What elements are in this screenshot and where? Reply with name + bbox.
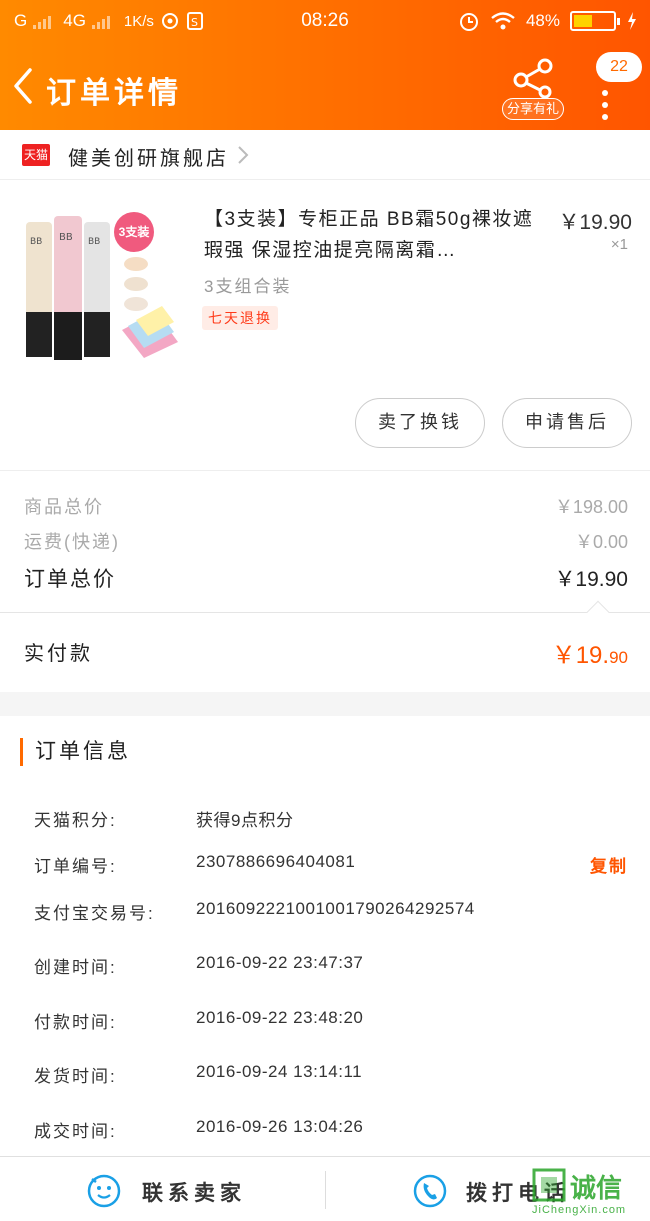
return-policy-tag: 七天退换 bbox=[202, 306, 278, 330]
paid-amount-main: ￥19. bbox=[551, 642, 610, 669]
product-card: BB BB BB 3支装 【3支装】专柜正品 BB霜50g裸妆遮瑕强 保湿控油提… bbox=[0, 180, 650, 470]
status-right: 48% bbox=[458, 10, 638, 32]
app-header: G 4G 1K/s S 08:26 48% 订单详情 分享有礼 22 bbox=[0, 0, 650, 130]
shop-row[interactable]: 天猫 健美创研旗舰店 bbox=[0, 130, 650, 180]
svg-text:BB: BB bbox=[30, 237, 42, 247]
charging-icon bbox=[628, 12, 636, 30]
contact-seller-label: 联系卖家 bbox=[142, 1182, 246, 1205]
info-value: 2016092221001001790264292574 bbox=[196, 899, 475, 918]
product-image[interactable]: BB BB BB 3支装 bbox=[18, 202, 188, 362]
chat-face-icon bbox=[87, 1174, 121, 1208]
chevron-left-icon bbox=[14, 68, 32, 104]
more-button[interactable]: 22 bbox=[596, 52, 646, 122]
status-bar: G 4G 1K/s S 08:26 48% bbox=[0, 0, 650, 44]
tmall-logo: 天猫 bbox=[22, 144, 50, 166]
info-label: 创建时间: bbox=[34, 958, 117, 977]
apply-aftersale-button[interactable]: 申请售后 bbox=[502, 398, 632, 448]
contact-seller-button[interactable]: 联系卖家 bbox=[0, 1157, 325, 1221]
alarm-icon bbox=[459, 13, 478, 31]
svg-text:BB: BB bbox=[59, 232, 73, 243]
svg-text:BB: BB bbox=[88, 237, 100, 247]
watermark-logo: 诚信 JiChengXin.com bbox=[532, 1168, 648, 1220]
back-button[interactable] bbox=[10, 64, 40, 108]
shipping-value: ￥0.00 bbox=[574, 532, 628, 552]
shop-name: 健美创研旗舰店 bbox=[68, 148, 229, 170]
order-total-value: ￥19.90 bbox=[554, 568, 628, 591]
share-button[interactable]: 分享有礼 bbox=[498, 58, 568, 120]
chevron-right-icon bbox=[236, 144, 250, 172]
info-label: 付款时间: bbox=[34, 1013, 117, 1032]
share-label: 分享有礼 bbox=[502, 98, 564, 120]
sell-for-cash-button[interactable]: 卖了换钱 bbox=[355, 398, 485, 448]
image-badge: 3支装 bbox=[114, 212, 154, 252]
nav-bar: 订单详情 分享有礼 22 bbox=[0, 44, 650, 130]
info-label: 订单编号: bbox=[34, 857, 117, 876]
order-total-label: 订单总价 bbox=[24, 568, 116, 591]
more-vertical-icon bbox=[602, 90, 608, 126]
info-label: 支付宝交易号: bbox=[34, 904, 155, 923]
page-title: 订单详情 bbox=[46, 76, 182, 111]
info-value: 2016-09-24 13:14:11 bbox=[196, 1062, 363, 1081]
order-info-heading: 订单信息 bbox=[20, 738, 131, 766]
info-value: 2016-09-22 23:48:20 bbox=[196, 1008, 364, 1027]
order-info-section: 订单信息 天猫积分: 获得9点积分 订单编号: 2307886696404081… bbox=[0, 716, 650, 1156]
product-quantity: ×1 bbox=[610, 236, 628, 253]
message-badge: 22 bbox=[596, 52, 642, 82]
info-label: 天猫积分: bbox=[34, 811, 117, 830]
watermark-url: JiChengXin.com bbox=[532, 1204, 627, 1216]
info-label: 成交时间: bbox=[34, 1122, 117, 1141]
price-summary: 商品总价 ￥198.00 运费(快递) ￥0.00 订单总价 ￥19.90 bbox=[0, 470, 650, 612]
paid-label: 实付款 bbox=[24, 643, 93, 665]
watermark-text: 诚信 bbox=[570, 1173, 623, 1203]
paid-amount: ￥19.90 bbox=[552, 635, 628, 670]
goods-total-value: ￥198.00 bbox=[554, 497, 628, 517]
share-icon bbox=[513, 58, 553, 98]
battery-icon bbox=[570, 11, 620, 31]
wifi-icon bbox=[491, 12, 515, 30]
info-value: 2016-09-26 13:04:26 bbox=[196, 1117, 364, 1136]
watermark-icon bbox=[532, 1168, 566, 1202]
info-label: 发货时间: bbox=[34, 1067, 117, 1086]
paid-amount-row: 实付款 ￥19.90 bbox=[0, 600, 650, 692]
copy-order-number-button[interactable]: 复制 bbox=[590, 852, 628, 877]
order-number-value: 2307886696404081 bbox=[196, 852, 356, 871]
goods-total-label: 商品总价 bbox=[24, 497, 104, 517]
paid-amount-cents: 90 bbox=[609, 648, 628, 667]
product-title[interactable]: 【3支装】专柜正品 BB霜50g裸妆遮瑕强 保湿控油提亮隔离霜… bbox=[204, 204, 540, 268]
phone-icon bbox=[413, 1174, 447, 1208]
battery-percent: 48% bbox=[525, 11, 560, 30]
info-value: 2016-09-22 23:47:37 bbox=[196, 953, 364, 972]
info-value: 获得9点积分 bbox=[196, 811, 294, 830]
product-price: ￥19.90 bbox=[558, 211, 632, 234]
product-spec: 3支组合装 bbox=[204, 277, 292, 296]
shipping-label: 运费(快递) bbox=[24, 532, 120, 552]
